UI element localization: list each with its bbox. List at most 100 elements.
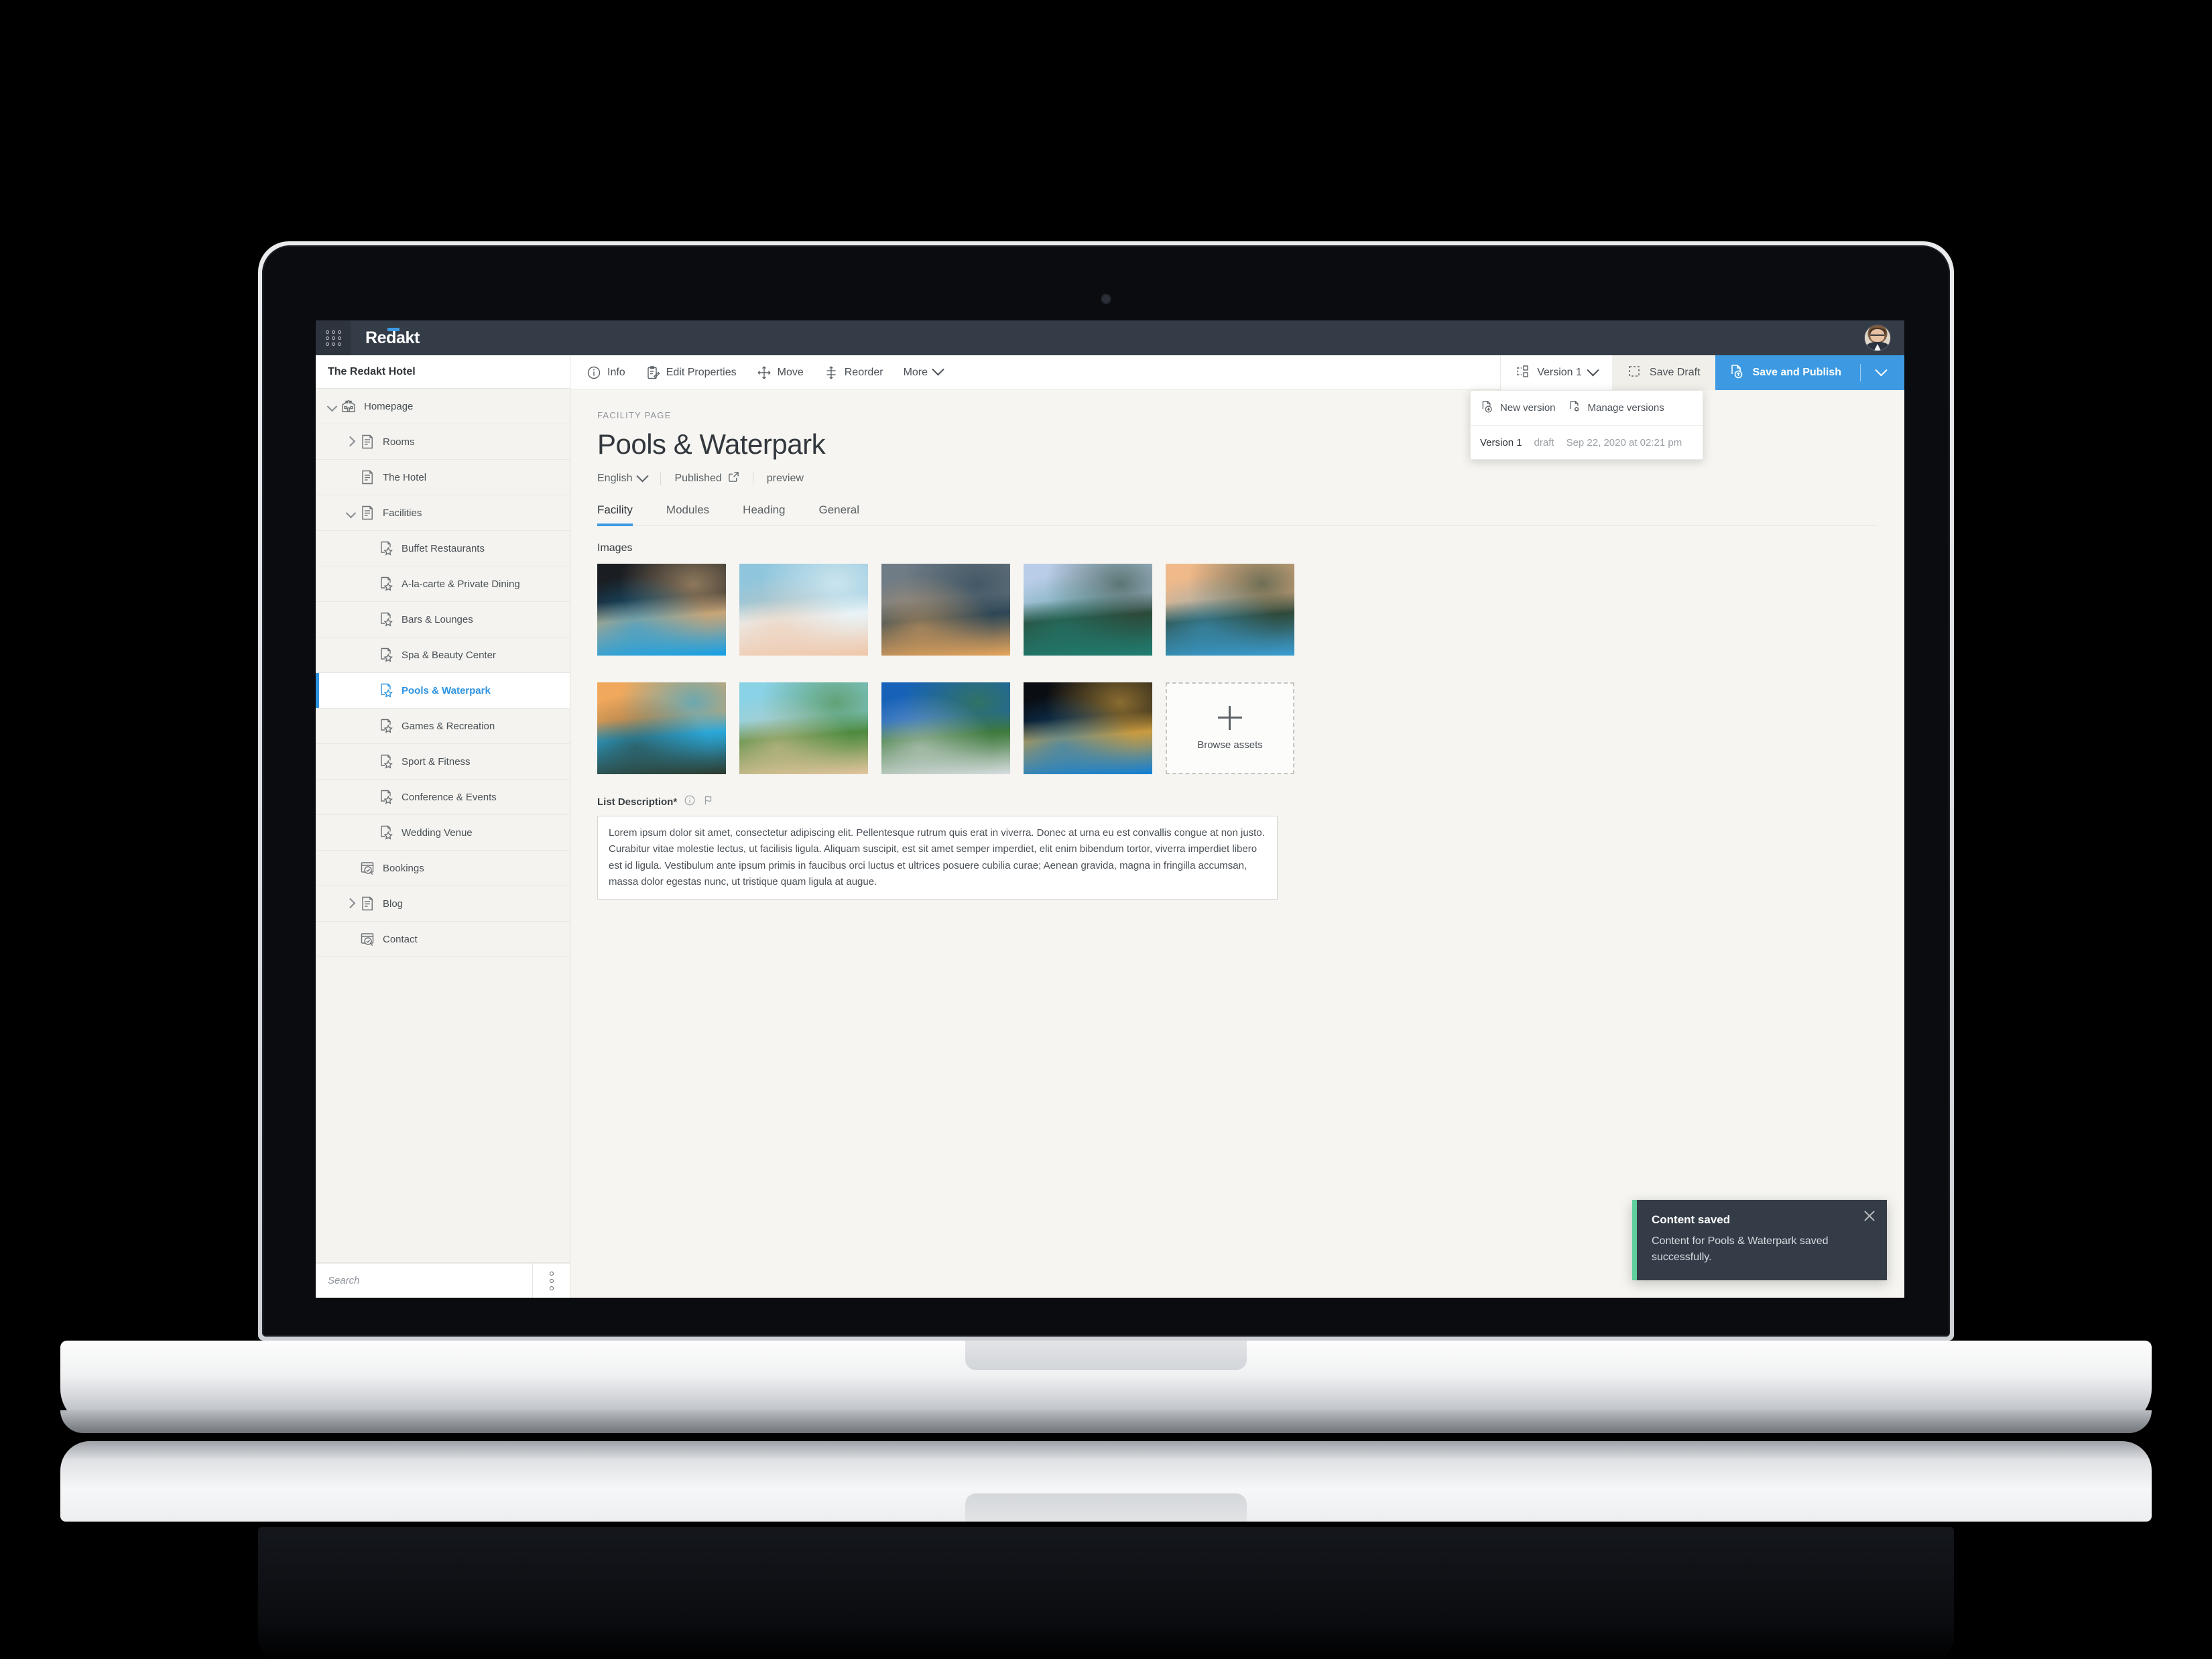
toolbar-info-button[interactable]: Info	[587, 365, 625, 380]
publish-upload-icon	[1729, 363, 1745, 383]
sidebar-item-sport-fitness[interactable]: Sport & Fitness	[316, 744, 570, 780]
version-selector-label: Version 1	[1537, 367, 1582, 378]
sidebar-item-buffet-restaurants[interactable]: Buffet Restaurants	[316, 531, 570, 566]
version-dropdown-menu: New version Manage versions Version 1 dr…	[1470, 390, 1703, 460]
sidebar-item-label: A-la-carte & Private Dining	[402, 578, 520, 590]
screenshot-stage: Redakt The Redakt Hotel Homepage Rooms T…	[0, 0, 2212, 1659]
image-thumbnail-overlay	[1024, 564, 1152, 656]
save-draft-label: Save Draft	[1649, 367, 1701, 378]
app-grid-icon[interactable]	[316, 320, 351, 355]
sidebar-item-spa-beauty-center[interactable]: Spa & Beauty Center	[316, 637, 570, 673]
sidebar-item-pools-waterpark[interactable]: Pools & Waterpark	[316, 673, 570, 709]
toolbar-move-button[interactable]: Move	[757, 365, 804, 380]
info-circle-icon[interactable]	[684, 794, 696, 809]
facility-page-icon	[377, 717, 395, 735]
flag-icon[interactable]	[702, 794, 715, 809]
toolbar-more-button[interactable]: More	[904, 363, 944, 379]
chevron-down-icon[interactable]	[1875, 363, 1888, 376]
chevron-down-icon[interactable]	[325, 399, 340, 414]
image-thumbnail[interactable]	[881, 682, 1010, 774]
sidebar-item-label: Wedding Venue	[402, 826, 473, 839]
tab-modules[interactable]: Modules	[666, 503, 728, 526]
facility-page-icon	[377, 611, 395, 628]
close-icon[interactable]	[1863, 1209, 1876, 1223]
brand-accent-bar	[387, 327, 400, 331]
sidebar-item-bars-lounges[interactable]: Bars & Lounges	[316, 602, 570, 637]
dashed-square-icon	[1627, 364, 1642, 382]
info-circle-icon	[587, 365, 601, 380]
image-thumbnail[interactable]	[597, 564, 726, 656]
chevron-right-icon[interactable]	[344, 434, 359, 449]
document-gear-icon	[1568, 400, 1582, 416]
avatar[interactable]	[1864, 324, 1891, 351]
sidebar-item-the-hotel[interactable]: The Hotel	[316, 460, 570, 495]
facility-page-icon	[377, 646, 395, 664]
version-row-name: Version 1	[1480, 436, 1522, 448]
sidebar-item-contact[interactable]: Contact	[316, 922, 570, 957]
sidebar-item-a-la-carte-private-dining[interactable]: A-la-carte & Private Dining	[316, 566, 570, 602]
browser-search-icon	[359, 859, 376, 877]
sidebar-item-conference-events[interactable]: Conference & Events	[316, 780, 570, 815]
chevron-down-icon	[932, 363, 944, 376]
sidebar-item-wedding-venue[interactable]: Wedding Venue	[316, 815, 570, 851]
image-thumbnail[interactable]	[597, 682, 726, 774]
sidebar-item-games-recreation[interactable]: Games & Recreation	[316, 709, 570, 744]
sidebar-item-homepage[interactable]: Homepage	[316, 389, 570, 424]
publish-divider	[1860, 364, 1861, 381]
version-list-row[interactable]: Version 1 draft Sep 22, 2020 at 02:21 pm	[1471, 426, 1703, 459]
sidebar-item-label: Contact	[383, 933, 418, 945]
toolbar-edit-properties-button[interactable]: Edit Properties	[646, 365, 737, 380]
sidebar-item-label: Sport & Fitness	[402, 755, 471, 767]
sidebar-item-label: Rooms	[383, 436, 415, 448]
language-label: English	[597, 473, 633, 484]
image-thumbnail[interactable]	[1024, 564, 1152, 656]
more-options-icon[interactable]	[532, 1264, 570, 1298]
move-arrows-icon	[757, 365, 772, 380]
tab-general[interactable]: General	[819, 503, 878, 526]
language-selector[interactable]: English	[597, 469, 660, 485]
chevron-right-icon[interactable]	[344, 896, 359, 911]
chevron-down-icon	[636, 469, 650, 482]
sidebar-item-blog[interactable]: Blog	[316, 886, 570, 922]
sidebar-item-facilities[interactable]: Facilities	[316, 495, 570, 531]
chevron-down-icon[interactable]	[344, 505, 359, 520]
facility-page-icon	[377, 540, 395, 557]
save-and-publish-label: Save and Publish	[1752, 367, 1841, 378]
external-link-icon	[728, 471, 739, 486]
image-thumbnail[interactable]	[1024, 682, 1152, 774]
workspace: The Redakt Hotel Homepage Rooms The Hote…	[316, 355, 1904, 1298]
sidebar-item-label: Pools & Waterpark	[402, 684, 491, 696]
reflection-notch	[965, 1493, 1247, 1522]
toolbar-reorder-button[interactable]: Reorder	[824, 365, 883, 380]
sidebar-item-bookings[interactable]: Bookings	[316, 851, 570, 886]
tab-heading[interactable]: Heading	[743, 503, 804, 526]
brand-logo[interactable]: Redakt	[365, 327, 420, 348]
image-thumbnail[interactable]	[881, 564, 1010, 656]
sidebar-item-rooms[interactable]: Rooms	[316, 424, 570, 460]
image-thumbnail[interactable]	[739, 564, 868, 656]
save-draft-button[interactable]: Save Draft	[1611, 355, 1715, 390]
laptop-reflection	[0, 1441, 2212, 1659]
tab-facility[interactable]: Facility	[597, 503, 652, 526]
search-input[interactable]	[316, 1264, 532, 1298]
publish-state-link[interactable]: Published	[674, 471, 752, 486]
version-selector-button[interactable]: Version 1	[1500, 355, 1612, 390]
image-thumbnail-overlay	[739, 564, 868, 656]
manage-versions-button[interactable]: Manage versions	[1568, 400, 1664, 416]
image-thumbnail[interactable]	[1166, 564, 1294, 656]
toast-title: Content saved	[1652, 1213, 1731, 1226]
browse-assets-button[interactable]: Browse assets	[1166, 682, 1294, 774]
new-version-button[interactable]: New version	[1480, 400, 1556, 416]
preview-link[interactable]: preview	[767, 473, 817, 485]
images-section-label: Images	[597, 542, 633, 554]
list-description-textarea[interactable]: Lorem ipsum dolor sit amet, consectetur …	[597, 816, 1278, 900]
save-and-publish-button[interactable]: Save and Publish	[1715, 355, 1904, 390]
image-thumbnail[interactable]	[739, 682, 868, 774]
image-thumbnail-overlay	[739, 682, 868, 774]
